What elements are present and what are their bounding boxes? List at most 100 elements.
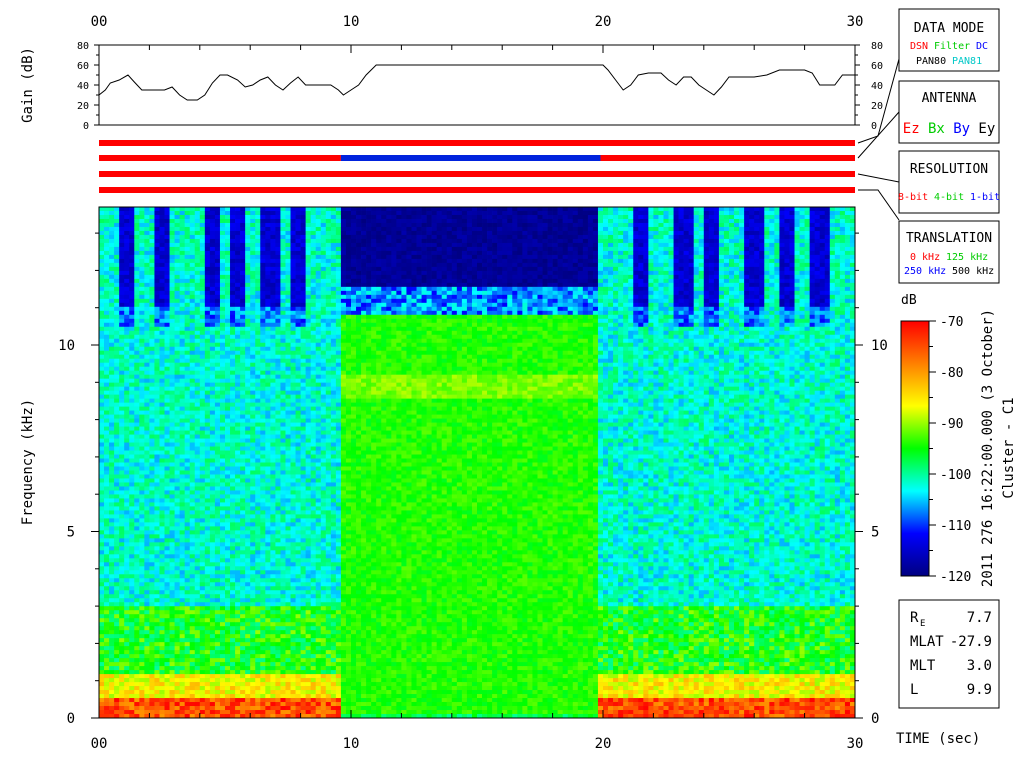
- spectrogram-cell: [245, 207, 250, 211]
- spectrogram-cell: [124, 207, 129, 211]
- spectrogram-cell: [285, 694, 290, 698]
- spectrogram-cell: [275, 383, 280, 387]
- spectrogram-cell: [104, 470, 109, 474]
- spectrogram-cell: [165, 315, 170, 319]
- spectrogram-cell: [250, 239, 255, 243]
- spectrogram-cell: [180, 307, 185, 311]
- spectrogram-cell: [260, 706, 265, 710]
- spectrogram-cell: [99, 239, 104, 243]
- spectrogram-cell: [119, 670, 124, 674]
- spectrogram-cell: [235, 439, 240, 443]
- spectrogram-cell: [195, 347, 200, 351]
- spectrogram-cell: [270, 494, 275, 498]
- spectrogram-cell: [210, 367, 215, 371]
- spectrogram-cell: [245, 642, 250, 646]
- spectrogram-cell: [240, 710, 245, 714]
- spectrogram-cell: [270, 243, 275, 247]
- spectrogram-cell: [109, 638, 114, 642]
- spectrogram-cell: [99, 590, 104, 594]
- spectrogram-cell: [270, 423, 275, 427]
- spectrogram-cell: [270, 343, 275, 347]
- spectrogram-cell: [270, 275, 275, 279]
- spectrogram-cell: [190, 323, 195, 327]
- spectrogram-cell: [230, 343, 235, 347]
- spectrogram-cell: [205, 478, 210, 482]
- spectrogram-cell: [154, 299, 159, 303]
- spectrogram-cell: [190, 654, 195, 658]
- spectrogram-cell: [190, 666, 195, 670]
- spectrogram-cell: [119, 706, 124, 710]
- spectrogram-cell: [119, 610, 124, 614]
- spectrogram-cell: [195, 622, 200, 626]
- spectrogram-cell: [119, 502, 124, 506]
- spectrogram-cell: [285, 207, 290, 211]
- spectrogram-cell: [139, 682, 144, 686]
- spectrogram-cell: [109, 243, 114, 247]
- spectrogram-cell: [210, 626, 215, 630]
- spectrogram-cell: [230, 423, 235, 427]
- spectrogram-cell: [144, 383, 149, 387]
- spectrogram-cell: [270, 223, 275, 227]
- spectrogram-cell: [220, 698, 225, 702]
- spectrogram-cell: [129, 243, 134, 247]
- spectrogram-cell: [139, 518, 144, 522]
- spectrogram-cell: [170, 682, 175, 686]
- spectrogram-cell: [124, 383, 129, 387]
- spectrogram-cell: [255, 474, 260, 478]
- spectrogram-cell: [250, 415, 255, 419]
- spectrogram-cell: [99, 339, 104, 343]
- spectrogram-cell: [270, 335, 275, 339]
- spectrogram-cell: [220, 594, 225, 598]
- spectrogram-cell: [270, 582, 275, 586]
- spectrogram-cell: [190, 335, 195, 339]
- spectrogram-cell: [245, 618, 250, 622]
- spectrogram-cell: [159, 474, 164, 478]
- spectrogram-cell: [225, 626, 230, 630]
- spectrogram-cell: [170, 546, 175, 550]
- spectrogram-cell: [144, 451, 149, 455]
- spectrogram-cell: [144, 283, 149, 287]
- spectrogram-cell: [200, 558, 205, 562]
- spectrogram-cell: [109, 590, 114, 594]
- spectrogram-cell: [260, 403, 265, 407]
- spectrogram-cell: [235, 231, 240, 235]
- spectrogram-cell: [99, 363, 104, 367]
- spectrogram-cell: [291, 335, 296, 339]
- spectrogram-cell: [265, 407, 270, 411]
- spectrogram-cell: [159, 662, 164, 666]
- spectrogram-cell: [99, 235, 104, 239]
- spectrogram-cell: [250, 359, 255, 363]
- spectrogram-cell: [134, 211, 139, 215]
- spectrogram-cell: [170, 271, 175, 275]
- spectrogram-cell: [124, 630, 129, 634]
- spectrogram-cell: [190, 311, 195, 315]
- spectrogram-cell: [230, 211, 235, 215]
- spectrogram-cell: [175, 303, 180, 307]
- spectrogram-cell: [210, 602, 215, 606]
- spectrogram-cell: [285, 514, 290, 518]
- spectrogram-cell: [210, 558, 215, 562]
- spectrogram-cell: [245, 403, 250, 407]
- spectrogram-cell: [205, 443, 210, 447]
- spectrogram-cell: [175, 522, 180, 526]
- spectrogram-cell: [225, 530, 230, 534]
- spectrogram-cell: [280, 459, 285, 463]
- spectrogram-cell: [175, 542, 180, 546]
- spectrogram-cell: [200, 638, 205, 642]
- spectrogram-cell: [104, 650, 109, 654]
- spectrogram-cell: [104, 538, 109, 542]
- spectrogram-cell: [260, 674, 265, 678]
- spectrogram-cell: [280, 654, 285, 658]
- spectrogram-cell: [260, 478, 265, 482]
- spectrogram-cell: [104, 474, 109, 478]
- spectrogram-cell: [134, 291, 139, 295]
- spectrogram-cell: [235, 387, 240, 391]
- spectrogram-cell: [170, 518, 175, 522]
- spectrogram-cell: [124, 554, 129, 558]
- spectrogram-cell: [170, 598, 175, 602]
- spectrogram-cell: [210, 211, 215, 215]
- spectrogram-cell: [270, 251, 275, 255]
- spectrogram-cell: [195, 455, 200, 459]
- spectrogram-cell: [124, 287, 129, 291]
- spectrogram-cell: [255, 211, 260, 215]
